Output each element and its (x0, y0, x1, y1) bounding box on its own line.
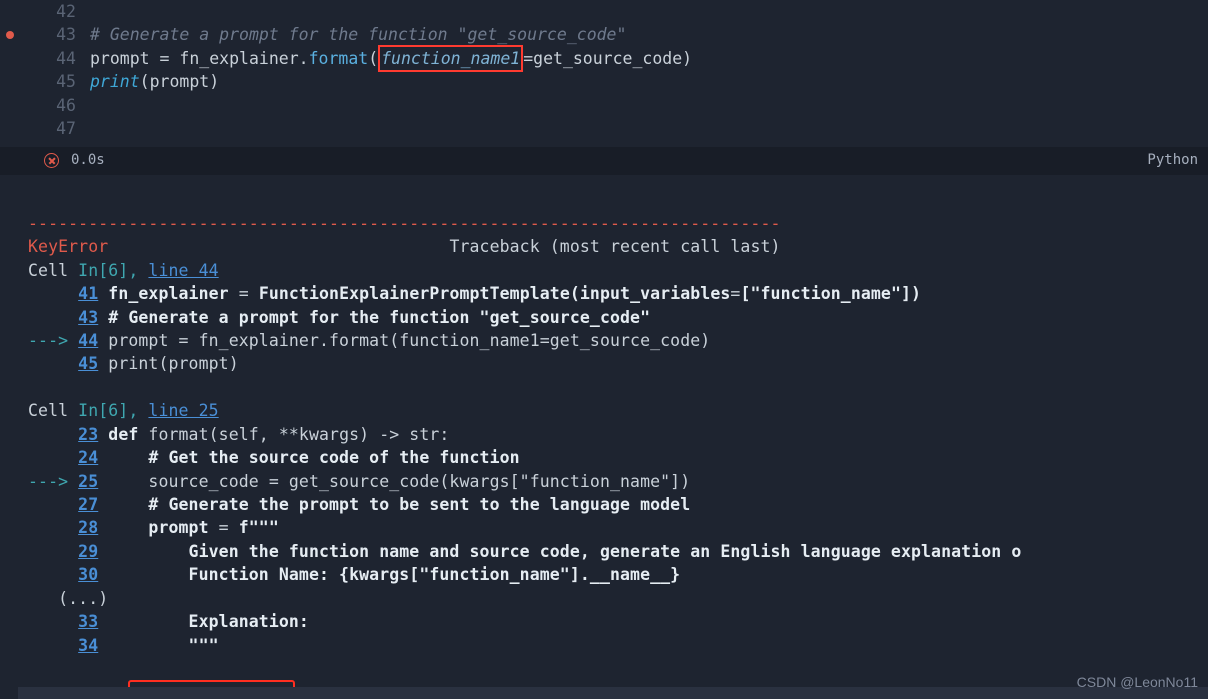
line-number: 46 (0, 94, 90, 117)
traceback-link[interactable]: 29 (78, 542, 98, 561)
traceback-link[interactable]: 23 (78, 425, 98, 444)
line-number: 47 (0, 117, 90, 140)
code-line-45[interactable]: print(prompt) (90, 70, 219, 93)
language-indicator[interactable]: Python (1147, 151, 1198, 171)
traceback-output[interactable]: ----------------------------------------… (0, 175, 1208, 699)
traceback-link[interactable]: 43 (78, 308, 98, 327)
traceback-link[interactable]: 24 (78, 448, 98, 467)
traceback-link[interactable]: 41 (78, 284, 98, 303)
traceback-link[interactable]: line 25 (148, 401, 218, 420)
traceback-link[interactable]: 27 (78, 495, 98, 514)
error-class: KeyError (28, 237, 108, 256)
horizontal-scrollbar[interactable] (18, 687, 1208, 699)
code-editor[interactable]: 42 43 # Generate a prompt for the functi… (0, 0, 1208, 141)
execution-status-bar: 0.0s Python (0, 147, 1208, 175)
error-icon[interactable] (44, 153, 59, 168)
line-number: 45 (0, 70, 90, 93)
traceback-separator: ----------------------------------------… (28, 214, 781, 233)
code-line-44[interactable]: prompt = fn_explainer.format(function_na… (90, 47, 692, 70)
traceback-link[interactable]: 33 (78, 612, 98, 631)
traceback-link[interactable]: 44 (78, 331, 98, 350)
line-number: 44 (0, 47, 90, 70)
traceback-link[interactable]: 25 (78, 472, 98, 491)
exec-time: 0.0s (71, 151, 105, 171)
highlight-box-param: function_name1 (378, 45, 523, 72)
watermark: CSDN @LeonNo11 (1077, 673, 1198, 693)
traceback-link[interactable]: 30 (78, 565, 98, 584)
code-line-43[interactable]: # Generate a prompt for the function "ge… (90, 23, 626, 46)
traceback-header: Traceback (most recent call last) (449, 237, 780, 256)
traceback-link[interactable]: 28 (78, 518, 98, 537)
breakpoint-icon[interactable] (6, 31, 14, 39)
traceback-link[interactable]: 34 (78, 636, 98, 655)
line-number: 43 (0, 23, 90, 46)
traceback-link[interactable]: 45 (78, 354, 98, 373)
traceback-link[interactable]: line 44 (148, 261, 218, 280)
line-number: 42 (0, 0, 90, 23)
